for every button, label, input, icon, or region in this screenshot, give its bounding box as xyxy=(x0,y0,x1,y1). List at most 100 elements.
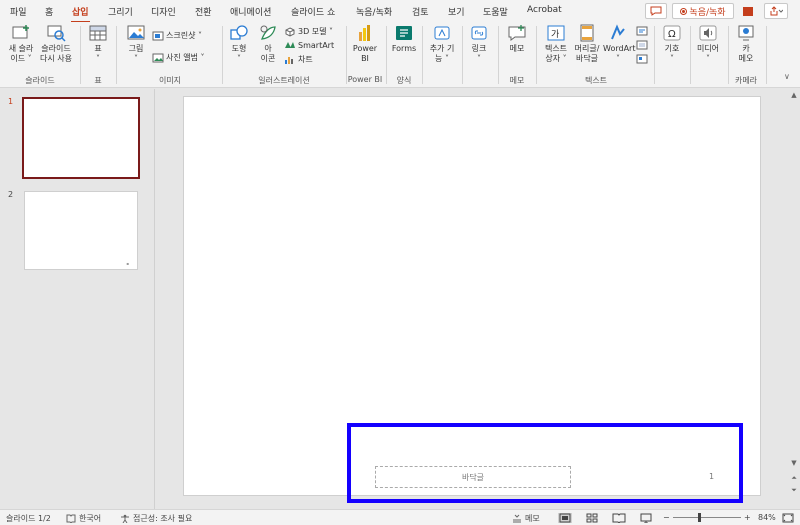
reading-view-icon[interactable] xyxy=(612,513,626,523)
slide-sorter-icon[interactable] xyxy=(585,513,599,523)
cameo-button[interactable]: 카 메오 xyxy=(732,24,760,64)
group-separator xyxy=(116,26,117,84)
3d-models-button[interactable]: 3D 모델 ˅ xyxy=(284,26,333,37)
link-button[interactable]: 링크 ˅ xyxy=(466,24,492,64)
smartart-button[interactable]: SmartArt xyxy=(284,40,334,50)
icons-button[interactable]: 아 이콘 xyxy=(255,24,281,64)
tab-help[interactable]: 도움말 xyxy=(483,5,508,18)
language-indicator[interactable]: 한국어 xyxy=(66,513,101,524)
group-label-slides: 슬라이드 xyxy=(25,76,55,85)
tab-home[interactable]: 홈 xyxy=(45,5,53,18)
tab-transitions[interactable]: 전환 xyxy=(195,5,212,18)
record-button[interactable]: 녹음/녹화 xyxy=(672,3,734,19)
omega-icon: Ω xyxy=(663,25,681,41)
scroll-down-icon[interactable]: ▼ xyxy=(790,459,798,467)
group-separator xyxy=(222,26,223,84)
record-icon xyxy=(680,7,688,15)
reuse-slides-button[interactable]: 슬라이드 다시 사용 xyxy=(38,24,74,64)
text-option-button[interactable] xyxy=(636,26,648,36)
normal-view-icon[interactable] xyxy=(558,513,572,523)
shapes-button[interactable]: 도형 ˅ xyxy=(226,24,252,64)
zoom-out-button[interactable]: − xyxy=(663,513,670,522)
text-box-button[interactable]: 가 텍스트 상자 ˅ xyxy=(541,24,571,64)
zoom-slider-track[interactable] xyxy=(673,517,741,518)
group-label-camera: 카메라 xyxy=(734,76,758,85)
group-separator xyxy=(498,26,499,84)
tab-acrobat[interactable]: Acrobat xyxy=(527,5,562,15)
zoom-slider-thumb[interactable] xyxy=(698,513,701,522)
symbols-button[interactable]: Ω 기호 ˅ xyxy=(658,24,686,64)
group-separator xyxy=(690,26,691,84)
table-button[interactable]: 표 ˅ xyxy=(85,24,111,64)
tab-recording[interactable]: 녹음/녹화 xyxy=(356,5,392,18)
next-slide-icon[interactable]: ⏷ xyxy=(790,486,798,495)
share-button[interactable] xyxy=(764,3,788,19)
screenshot-button[interactable]: 스크린샷 ˅ xyxy=(152,30,202,41)
notes-button[interactable]: 메모 xyxy=(512,513,540,524)
group-separator xyxy=(386,26,387,84)
tab-review[interactable]: 검토 xyxy=(412,5,429,18)
group-label-comments: 메모 xyxy=(509,76,525,85)
comments-button[interactable] xyxy=(645,3,667,19)
pictures-button[interactable]: 그림 ˅ xyxy=(122,24,150,64)
date-time-icon xyxy=(636,40,648,50)
present-button[interactable] xyxy=(738,3,758,19)
reuse-slides-icon xyxy=(47,25,66,42)
vertical-scrollbar[interactable]: ▲ ▼ ⏶ ⏷ xyxy=(788,89,800,509)
add-ins-button[interactable]: 추가 기 능 ˅ xyxy=(426,24,458,64)
collapse-ribbon-icon[interactable]: ∨ xyxy=(784,72,790,81)
icons-icon xyxy=(260,25,276,40)
speaker-icon xyxy=(699,25,717,41)
slideshow-view-icon[interactable] xyxy=(639,513,653,523)
thumbnail-number: 1 xyxy=(8,97,14,106)
header-footer-icon xyxy=(580,24,594,42)
tab-design[interactable]: 디자인 xyxy=(151,5,176,18)
wordart-icon xyxy=(611,24,625,40)
accessibility-indicator[interactable]: 접근성: 조사 필요 xyxy=(120,513,192,524)
tab-draw[interactable]: 그리기 xyxy=(108,5,133,18)
tab-slideshow[interactable]: 슬라이드 쇼 xyxy=(291,5,335,18)
thumbnail-pane: 1 2 ▪ xyxy=(0,89,155,509)
group-separator xyxy=(654,26,655,84)
group-label-table: 표 xyxy=(94,76,102,85)
chart-button[interactable]: 차트 xyxy=(284,54,313,65)
previous-slide-icon[interactable]: ⏶ xyxy=(790,474,798,483)
power-bi-button[interactable]: Power BI xyxy=(350,24,380,64)
group-label-powerbi: Power BI xyxy=(347,75,383,84)
group-separator xyxy=(536,26,537,84)
zoom-level[interactable]: 84% xyxy=(758,513,776,522)
tab-animations[interactable]: 애니메이션 xyxy=(230,5,271,18)
thumbnail-number: 2 xyxy=(8,190,14,199)
comment-button[interactable]: 메모 xyxy=(504,24,530,54)
new-slide-button[interactable]: 새 슬라 이드 ˅ xyxy=(6,24,36,64)
notes-icon xyxy=(513,514,521,523)
group-separator xyxy=(422,26,423,84)
object-button[interactable] xyxy=(636,54,648,64)
fit-to-window-icon[interactable] xyxy=(781,513,795,523)
media-button[interactable]: 미디어 ˅ xyxy=(694,24,722,64)
tab-view[interactable]: 보기 xyxy=(448,5,465,18)
thumbnail-page-mark: ▪ xyxy=(126,261,129,266)
slide-thumbnail-2[interactable]: ▪ xyxy=(24,191,138,270)
date-time-button[interactable] xyxy=(636,40,648,50)
cube-icon xyxy=(285,26,295,37)
group-label-forms: 양식 xyxy=(396,76,412,85)
record-button-label: 녹음/녹화 xyxy=(689,7,726,18)
share-icon xyxy=(770,6,783,16)
tab-file[interactable]: 파일 xyxy=(10,5,27,18)
group-label-images: 이미지 xyxy=(158,76,182,85)
wordart-button[interactable]: WordArt ˅ xyxy=(603,24,635,64)
power-bi-icon xyxy=(359,25,370,41)
camera-icon xyxy=(738,25,754,41)
scroll-up-icon[interactable]: ▲ xyxy=(790,91,798,99)
tab-insert[interactable]: 삽입 xyxy=(71,5,90,23)
shapes-icon xyxy=(230,25,248,40)
add-ins-icon xyxy=(434,26,450,40)
menu-bar: 파일 홈 삽입 그리기 디자인 전환 애니메이션 슬라이드 쇼 녹음/녹화 검토… xyxy=(0,0,800,23)
header-footer-button[interactable]: 머리글/ 바닥글 xyxy=(572,24,602,64)
zoom-in-button[interactable]: + xyxy=(744,513,751,522)
group-separator xyxy=(766,26,767,84)
forms-button[interactable]: Forms xyxy=(390,24,418,54)
slide-thumbnail-1[interactable] xyxy=(22,97,140,179)
photo-album-button[interactable]: 사진 앨범 ˅ xyxy=(152,52,205,63)
